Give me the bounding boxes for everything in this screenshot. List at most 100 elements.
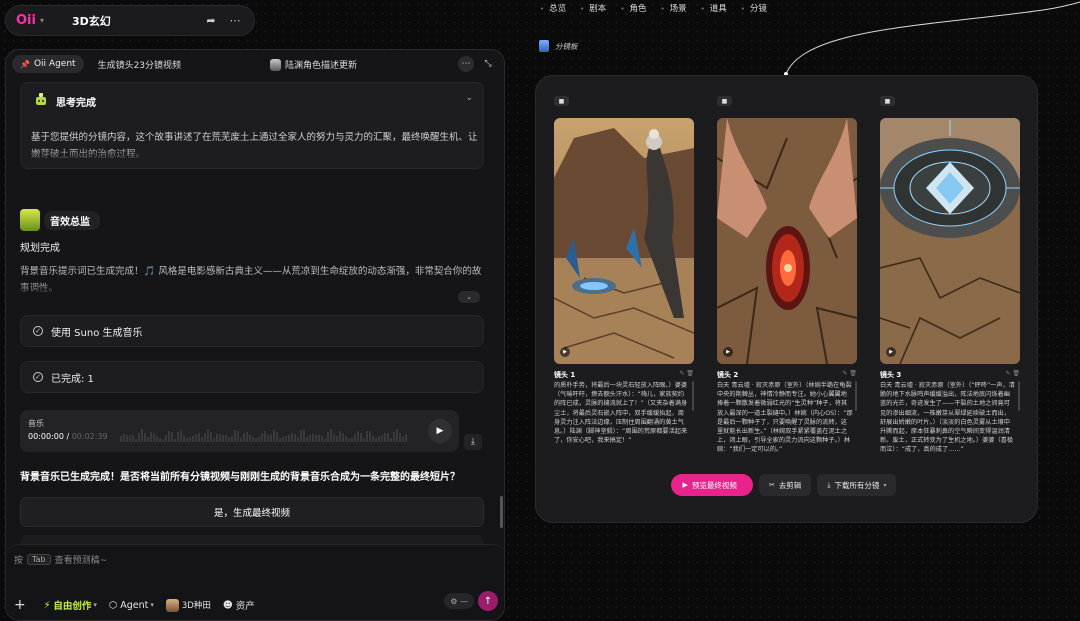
app-logo[interactable]: Oii	[16, 13, 36, 28]
waveform-bar	[267, 435, 269, 442]
waveform-bar	[294, 434, 296, 442]
add-icon[interactable]: +	[14, 597, 26, 613]
play-icon[interactable]: ▶	[560, 347, 570, 357]
style-label: 3D种田	[181, 601, 211, 611]
waveform-bar	[375, 437, 377, 442]
plan-status: 规划完成	[20, 243, 60, 254]
edit-icon[interactable]: ✎	[1005, 370, 1010, 377]
waveform-bar	[198, 432, 200, 442]
step-complete[interactable]: ✓ 已完成: 1	[20, 361, 484, 393]
waveform-bar	[228, 436, 230, 442]
waveform-bar	[159, 437, 161, 442]
settings-toggle[interactable]: ⚙ —	[444, 593, 474, 609]
audio-waveform[interactable]	[120, 429, 410, 442]
play-button[interactable]: ▶	[428, 419, 452, 443]
download-all-button[interactable]: ⤓ 下载所有分镜 ▾	[817, 474, 897, 496]
step-suno[interactable]: ✓ 使用 Suno 生成音乐	[20, 315, 484, 347]
description-scrollbar[interactable]	[692, 381, 694, 411]
shot-thumbnail[interactable]: ▶	[554, 118, 694, 364]
play-icon[interactable]: ▶	[886, 347, 896, 357]
waveform-bar	[300, 430, 302, 442]
waveform-bar	[186, 438, 188, 442]
style-selector[interactable]: 3D种田	[165, 598, 211, 612]
agent-tab[interactable]: 📌 Oii Agent	[12, 55, 84, 73]
nav-overview[interactable]: 总览	[540, 2, 566, 14]
description-scrollbar[interactable]	[855, 381, 857, 411]
character-update-tab[interactable]: 陆渊角色描述更新	[270, 58, 357, 71]
chevron-down-icon[interactable]: ▾	[40, 16, 44, 25]
shot-image	[880, 118, 1020, 364]
waveform-bar	[393, 432, 395, 442]
more-icon[interactable]: ⋯	[458, 56, 474, 72]
input-placeholder: 查看预测稿~	[54, 556, 108, 566]
mode-selector[interactable]: ⚡ 自由创作 ▾	[44, 598, 97, 613]
download-label: 下载所有分镜	[834, 480, 880, 490]
description-scrollbar[interactable]	[1018, 381, 1020, 411]
delete-icon[interactable]: 🗑	[1012, 370, 1020, 377]
share-icon[interactable]: ➦	[202, 12, 220, 30]
waveform-bar	[369, 430, 371, 442]
video-camera-icon[interactable]: ■	[717, 96, 732, 106]
nav-props[interactable]: 道具	[701, 2, 727, 14]
waveform-bar	[225, 435, 227, 442]
shot-tools: ✎ 🗑	[679, 370, 694, 377]
expand-toggle[interactable]: ⌄	[458, 291, 480, 303]
prompt-input[interactable]: 按 Tab 查看预测稿~	[14, 553, 107, 566]
composer-toolbar: + ⚡ 自由创作 ▾ ⬡ Agent ▾ 3D种田 ☻ 资产	[14, 597, 267, 613]
download-icon[interactable]: ⤓	[464, 434, 482, 450]
thinking-title: 思考完成	[56, 98, 96, 109]
task-title[interactable]: 生成镜头23分镜视频	[98, 58, 181, 71]
video-camera-icon[interactable]: ■	[880, 96, 895, 106]
sfx-director-label: 音效总监	[44, 210, 100, 230]
press-label: 按	[14, 556, 24, 566]
video-camera-icon[interactable]: ■	[554, 96, 569, 106]
agent-selector[interactable]: ⬡ Agent ▾	[109, 600, 154, 611]
sfx-director-badge: 音效总监	[20, 209, 100, 231]
waveform-bar	[174, 438, 176, 442]
waveform-bar	[123, 433, 125, 442]
chat-scrollbar[interactable]	[500, 496, 503, 528]
waveform-bar	[306, 436, 308, 442]
collapse-icon[interactable]: ⤡	[480, 56, 496, 72]
audio-current: 00:00:00	[28, 432, 64, 441]
waveform-bar	[153, 432, 155, 442]
chat-header: 📌 Oii Agent 生成镜头23分镜视频	[6, 50, 504, 78]
edit-icon[interactable]: ✎	[842, 370, 847, 377]
edit-button[interactable]: ✂ 去剪辑	[758, 474, 812, 496]
delete-icon[interactable]: 🗑	[686, 370, 694, 377]
shot-description[interactable]: 的质朴手势，将最后一块灵石轻放入阵眼。）婆婆（气喘吁吁，擦去额头汗水）：“嗨儿，…	[554, 381, 690, 453]
shot-thumbnail[interactable]: ▶	[717, 118, 857, 364]
waveform-bar	[309, 435, 311, 442]
top-nav: 总览 剧本 角色 场景 道具 分镜	[540, 2, 781, 14]
send-button[interactable]: ↑	[478, 591, 498, 611]
storyboard-icon	[539, 40, 549, 52]
pin-icon: 📌	[20, 59, 30, 69]
play-icon[interactable]: ▶	[723, 347, 733, 357]
connector-line	[784, 1, 1080, 76]
waveform-bar	[210, 432, 212, 442]
waveform-bar	[204, 433, 206, 442]
chevron-down-icon: ▾	[150, 601, 154, 609]
nav-script[interactable]: 剧本	[580, 2, 606, 14]
chevron-down-icon[interactable]: ⌄	[465, 93, 473, 103]
edit-icon[interactable]: ✎	[679, 370, 684, 377]
shot-description[interactable]: 白天 青云墟 · 寂灭赤原（室外）（“砰咚”一声，清脆的地下水脉鸣声缓缓溢出，阵…	[880, 381, 1016, 453]
waveform-bar	[342, 433, 344, 442]
shot-thumbnail[interactable]: ▶	[880, 118, 1020, 364]
shot-title: 镜头 1	[554, 371, 576, 379]
shot-description[interactable]: 白天 青云墟 · 寂灭赤原（室外）（林婉半跪在龟裂中央的荆棘丛，神情冷静而专注。…	[717, 381, 853, 453]
nav-characters[interactable]: 角色	[620, 2, 646, 14]
preview-final-video-button[interactable]: ▶ 预览最终视频	[670, 474, 753, 496]
more-icon[interactable]: ⋯	[226, 12, 244, 30]
shot-tools: ✎ 🗑	[1005, 370, 1020, 377]
waveform-bar	[324, 438, 326, 442]
nav-scenes[interactable]: 场景	[660, 2, 687, 14]
confirm-generate-button[interactable]: 是，生成最终视频	[20, 497, 484, 527]
storyboard-board: ■ ▶ 镜头 1 ✎ 🗑 的质朴手势，将最后一块灵石轻放入阵眼。）婆婆（气喘吁吁…	[535, 75, 1038, 523]
waveform-bar	[276, 432, 278, 442]
delete-icon[interactable]: 🗑	[849, 370, 857, 377]
project-title[interactable]: 3D玄幻	[72, 13, 111, 29]
waveform-bar	[402, 437, 404, 442]
shot-title: 镜头 3	[880, 371, 902, 379]
assets-button[interactable]: ☻ 资产	[223, 598, 255, 613]
